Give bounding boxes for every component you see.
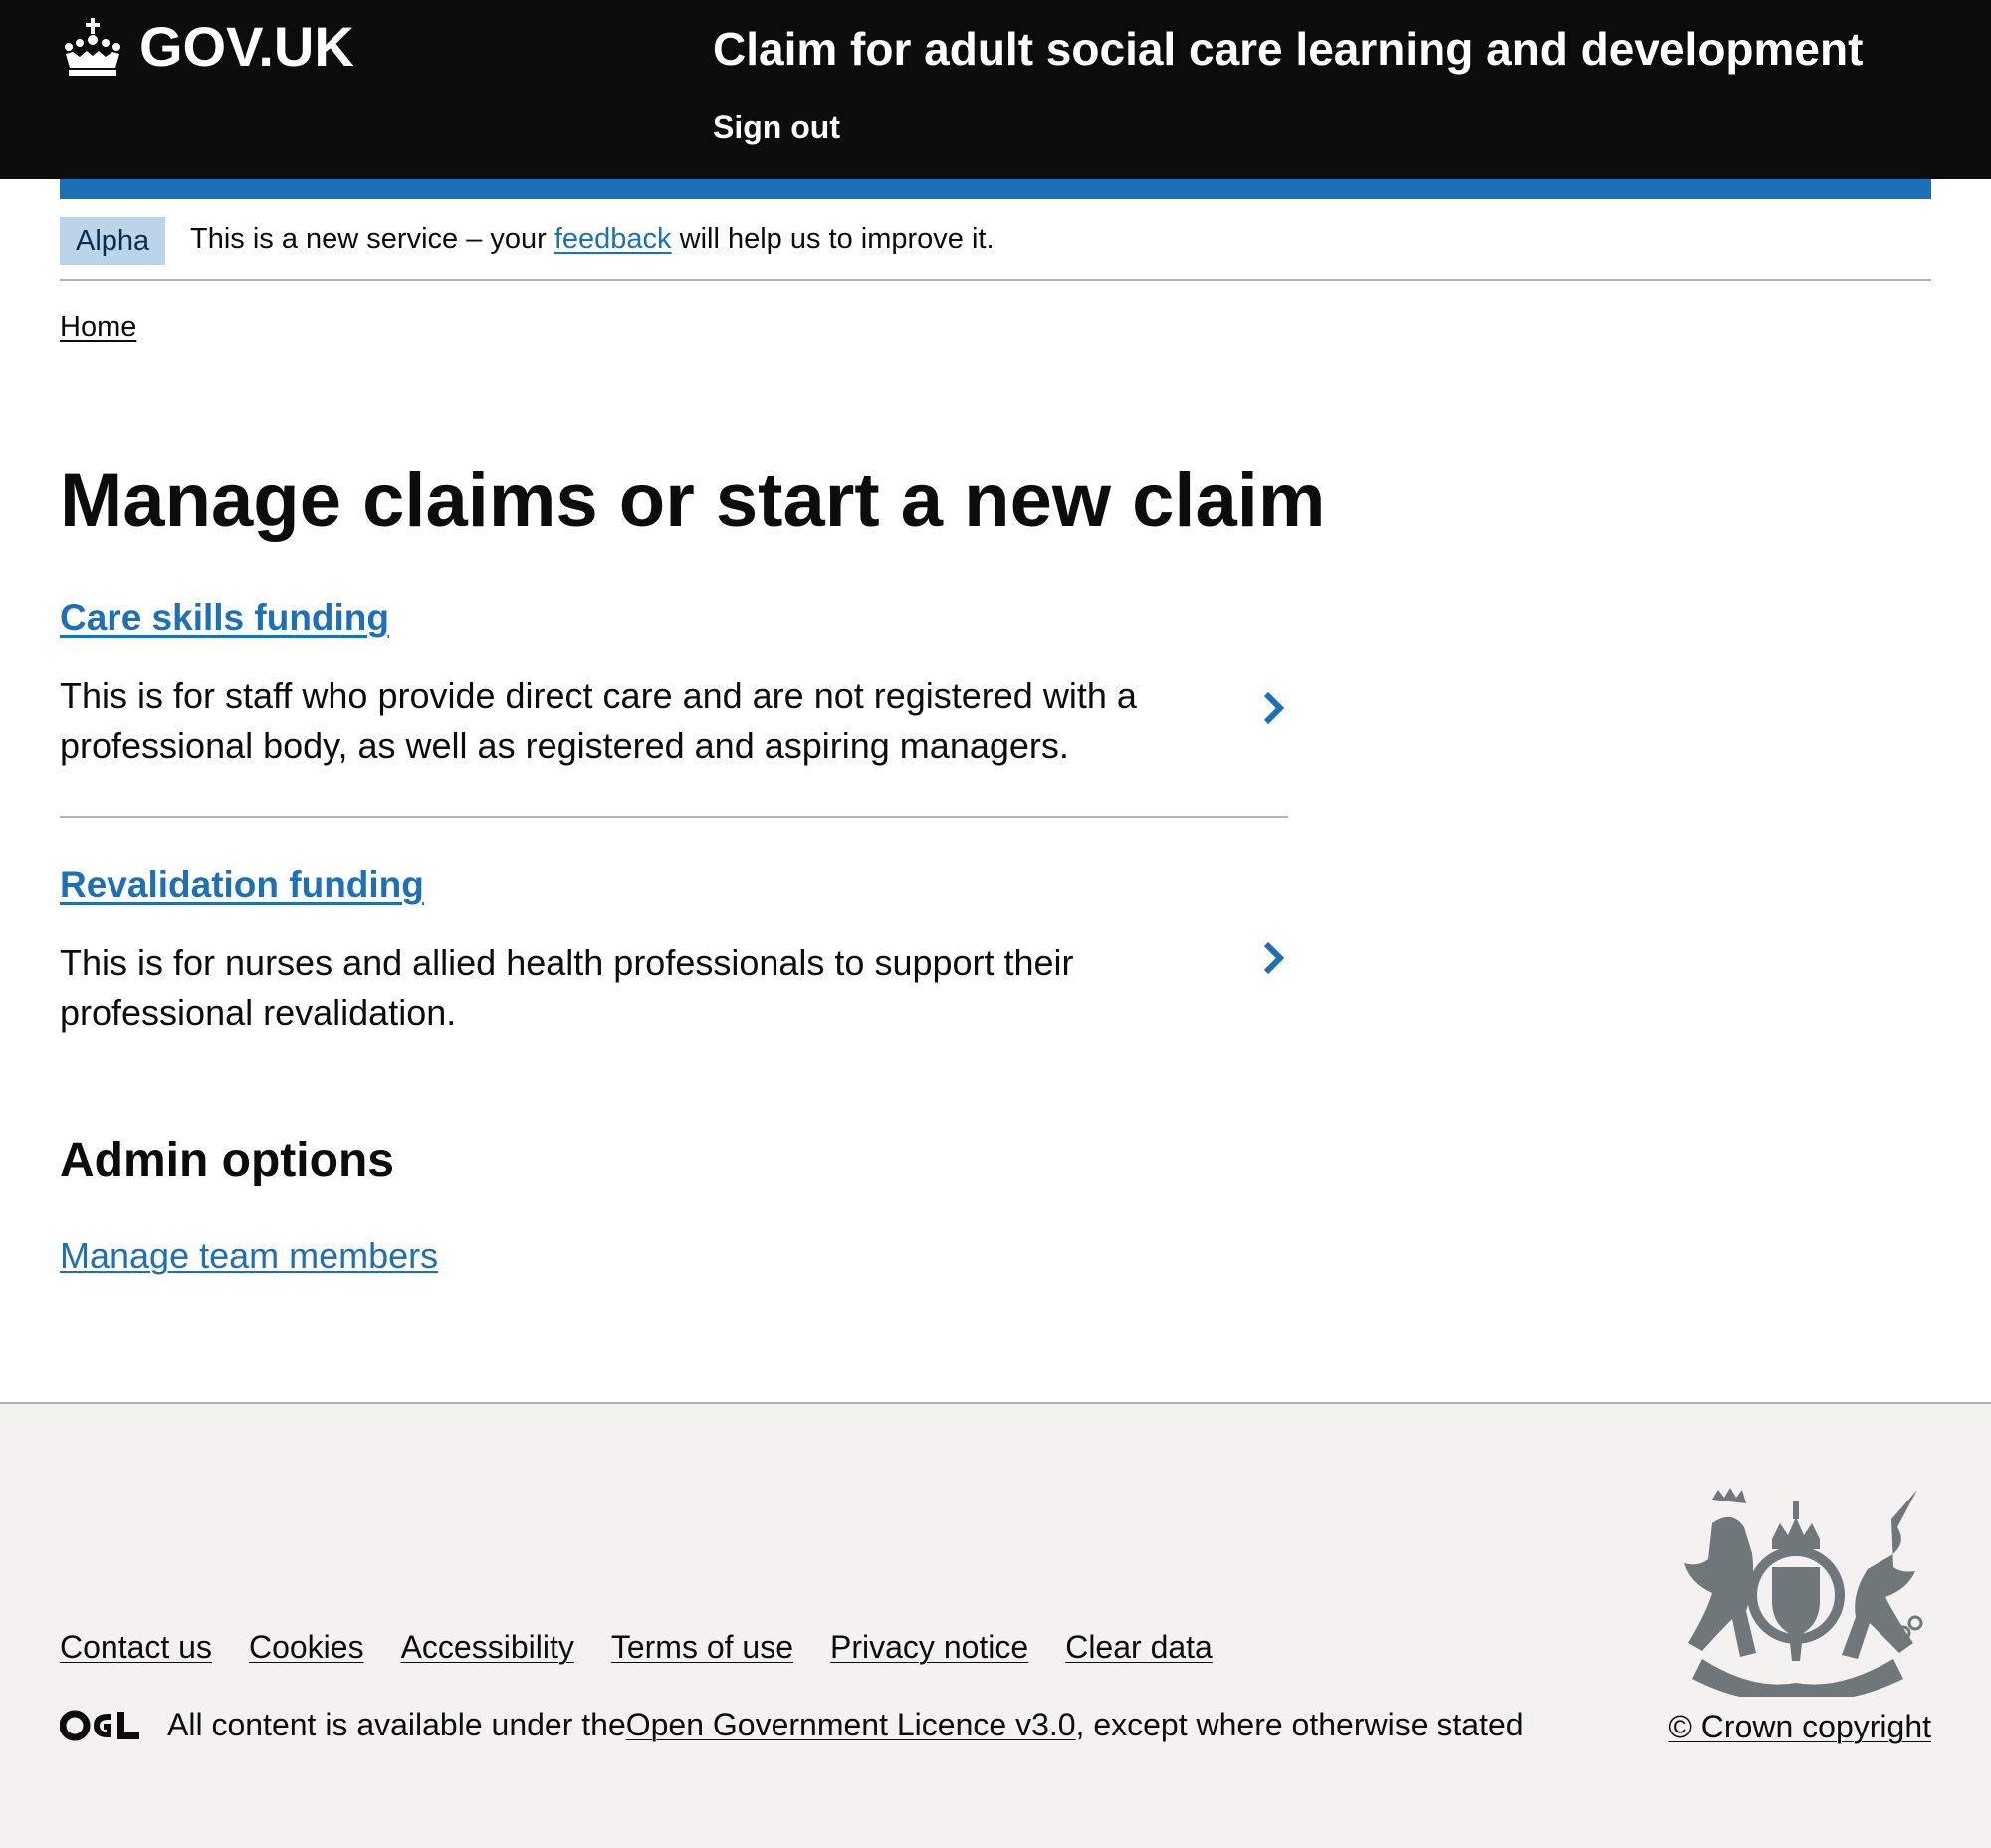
revalidation-funding-description: This is for nurses and allied health pro… [60, 942, 1074, 1033]
care-skills-funding-description: This is for staff who provide direct car… [60, 675, 1137, 766]
licence-text-before: All content is available under the [167, 1707, 626, 1742]
breadcrumb-home-link[interactable]: Home [60, 311, 136, 343]
govuk-logo-text: GOV.UK [139, 15, 354, 78]
crown-icon [65, 17, 120, 76]
phase-banner: Alpha This is a new service – your feedb… [60, 217, 1931, 281]
footer-link-privacy-notice[interactable]: Privacy notice [830, 1629, 1028, 1666]
footer-links: Contact us Cookies Accessibility Terms o… [60, 1629, 1213, 1666]
revalidation-funding-link[interactable]: Revalidation funding [60, 864, 424, 906]
care-skills-funding-link[interactable]: Care skills funding [60, 597, 389, 639]
breadcrumb: Home [60, 311, 136, 344]
header-blue-bar [60, 179, 1931, 199]
manage-team-members-link[interactable]: Manage team members [60, 1235, 438, 1276]
phase-tag: Alpha [60, 217, 166, 265]
footer-link-cookies[interactable]: Cookies [249, 1629, 364, 1666]
service-name[interactable]: Claim for adult social care learning and… [713, 22, 1863, 76]
open-government-licence-link[interactable]: Open Government Licence v3.0 [626, 1707, 1076, 1743]
phase-banner-text: This is a new service – your feedback wi… [190, 223, 995, 256]
govuk-logo-link[interactable]: GOV.UK [60, 14, 354, 79]
page-title: Manage claims or start a new claim [60, 458, 1326, 543]
phase-text-after: will help us to improve it. [671, 223, 995, 255]
licence-row: All content is available under the Open … [60, 1707, 1524, 1743]
footer-link-contact-us[interactable]: Contact us [60, 1629, 212, 1666]
sign-out-link[interactable]: Sign out [713, 110, 840, 146]
chevron-right-icon[interactable] [1260, 940, 1288, 976]
crown-copyright-link[interactable]: © Crown copyright [1668, 1709, 1931, 1744]
licence-text-after: , except where otherwise stated [1075, 1707, 1524, 1742]
ogl-logo [60, 1710, 139, 1740]
phase-text-before: This is a new service – your [190, 223, 554, 255]
chevron-right-icon[interactable] [1260, 690, 1288, 726]
admin-options-heading: Admin options [60, 1134, 394, 1187]
site-footer: Contact us Cookies Accessibility Terms o… [0, 1402, 1991, 1848]
crown-copyright: © Crown copyright [1668, 1709, 1931, 1745]
footer-link-accessibility[interactable]: Accessibility [401, 1629, 574, 1666]
card-care-skills-funding[interactable]: Care skills funding This is for staff wh… [60, 597, 1288, 818]
footer-link-clear-data[interactable]: Clear data [1065, 1629, 1213, 1666]
footer-link-terms-of-use[interactable]: Terms of use [611, 1629, 793, 1666]
card-revalidation-funding[interactable]: Revalidation funding This is for nurses … [60, 864, 1288, 1043]
royal-coat-of-arms [1684, 1488, 1923, 1697]
site-header: GOV.UK Claim for adult social care learn… [0, 0, 1991, 179]
feedback-link[interactable]: feedback [554, 223, 672, 255]
